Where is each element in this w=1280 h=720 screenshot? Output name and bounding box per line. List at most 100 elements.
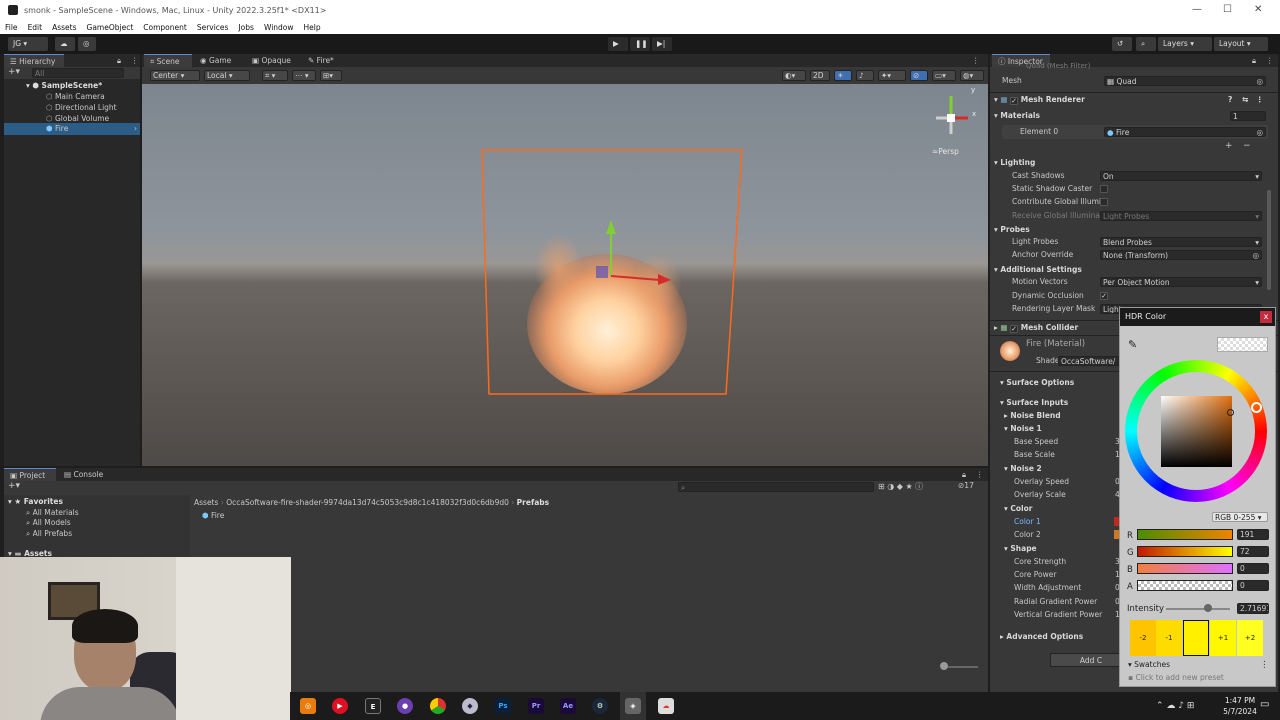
hidden-toggle[interactable]: ⊘ <box>910 70 928 81</box>
noise2-header[interactable]: ▾ Noise 2 <box>1004 462 1042 475</box>
tab-scene[interactable]: ⌗ Scene <box>144 54 192 67</box>
scene-viewport[interactable]: y x ≈Persp <box>142 84 988 466</box>
menu-jobs[interactable]: Jobs <box>233 20 258 32</box>
intensity-swatch-minus2[interactable]: -2 <box>1130 620 1156 656</box>
menu-help[interactable]: Help <box>299 20 326 32</box>
obs-icon[interactable]: ● <box>397 698 413 714</box>
search-icon[interactable]: ⌕ <box>1136 37 1156 51</box>
collab-icon[interactable]: ◎ <box>78 37 96 51</box>
mesh-field[interactable]: ▦ Quad ◎ <box>1104 76 1266 86</box>
more-icon[interactable]: ⋮ <box>1256 93 1264 106</box>
menu-window[interactable]: Window <box>259 20 299 32</box>
hierarchy-item-fire[interactable]: ⬢ Fire › <box>4 123 140 135</box>
youtube-icon[interactable]: ▶ <box>332 698 348 714</box>
tab-project[interactable]: ▣ Project <box>4 468 56 481</box>
notification-icon[interactable]: ▭ <box>1260 699 1269 710</box>
space-dropdown[interactable]: Local ▾ <box>204 70 250 81</box>
mesh-renderer-enabled[interactable]: ✓ <box>1010 97 1019 105</box>
pause-button[interactable]: ❚❚ <box>630 37 650 51</box>
2d-toggle[interactable]: 2D <box>810 70 830 81</box>
gizmos-toggle[interactable]: ◍▾ <box>960 70 984 81</box>
hidden-count[interactable]: ⊘17 <box>958 481 974 490</box>
intensity-swatch-plus1[interactable]: +1 <box>1210 620 1236 656</box>
mesh-collider-enabled[interactable]: ✓ <box>1010 325 1019 333</box>
menu-assets[interactable]: Assets <box>47 20 81 32</box>
materials-count[interactable]: 1 <box>1230 111 1266 121</box>
step-button[interactable]: ▶| <box>652 37 672 51</box>
orientation-gizmo[interactable] <box>926 90 976 150</box>
menu-edit[interactable]: Edit <box>23 20 48 32</box>
mesh-renderer-header[interactable]: ▾ ▦ ✓ Mesh Renderer? ⇆ ⋮ <box>994 93 1266 106</box>
breadcrumb-occa[interactable]: OccaSoftware-fire-shader-9974da13d74c505… <box>226 498 509 507</box>
tab-console[interactable]: ▤ Console <box>58 468 112 481</box>
more-icon[interactable]: ⋮ <box>131 54 139 67</box>
noise1-header[interactable]: ▾ Noise 1 <box>1004 422 1042 435</box>
layers-dropdown[interactable]: Layers ▾ <box>1158 37 1212 51</box>
mesh-filter-header[interactable]: Quad (Mesh Filter) <box>1026 60 1090 72</box>
inspector-scrollbar[interactable] <box>1267 190 1271 290</box>
audio-toggle[interactable]: ♪ <box>856 70 874 81</box>
move-gizmo-y-head[interactable] <box>606 220 616 234</box>
b-slider[interactable] <box>1137 563 1233 574</box>
project-search-input[interactable]: ⌕ <box>678 482 874 492</box>
clock[interactable]: 1:47 PM 5/7/2024 <box>1220 695 1260 717</box>
lock-icon[interactable]: 🔒︎ <box>1252 54 1256 67</box>
maximize-button[interactable]: ☐ <box>1223 4 1232 15</box>
fav-all-prefabs[interactable]: ⌕ All Prefabs <box>26 528 72 540</box>
tab-fire[interactable]: ✎ Fire* <box>302 54 342 67</box>
more-icon[interactable]: ⋮ <box>1260 660 1269 670</box>
shading-mode-button[interactable]: ◐▾ <box>782 70 806 81</box>
more-icon[interactable]: ⋮ <box>976 468 984 481</box>
camera-settings[interactable]: ▭▾ <box>932 70 956 81</box>
sv-square[interactable] <box>1161 396 1232 467</box>
account-button[interactable]: JG ▾ <box>8 37 48 51</box>
close-button[interactable]: ✕ <box>1254 4 1262 15</box>
cast-shadows-dropdown[interactable]: On ▾ <box>1100 171 1262 181</box>
settings-icon[interactable]: ⇆ <box>1242 93 1248 106</box>
grid-toggle-button[interactable]: ⊞▾ <box>320 70 342 81</box>
menu-services[interactable]: Services <box>192 20 234 32</box>
eyedropper-icon[interactable]: ✎ <box>1128 338 1137 351</box>
materials-header[interactable]: ▾ Materials <box>994 109 1040 122</box>
receive-gi-dropdown[interactable]: Light Probes ▾ <box>1100 211 1262 221</box>
color-mode-dropdown[interactable]: RGB 0-255 ▾ <box>1212 512 1268 522</box>
move-gizmo-x[interactable] <box>610 275 661 281</box>
layout-dropdown[interactable]: Layout ▾ <box>1214 37 1268 51</box>
light-probes-dropdown[interactable]: Blend Probes ▾ <box>1100 237 1262 247</box>
add-button[interactable]: +▾ <box>8 481 20 491</box>
zoom-slider-thumb[interactable] <box>940 662 948 670</box>
more-icon[interactable]: ⋮ <box>1266 54 1274 67</box>
menu-file[interactable]: File <box>0 20 23 32</box>
swatches-header[interactable]: ▾ Swatches <box>1128 660 1170 669</box>
ps-icon[interactable]: Ps <box>495 698 511 714</box>
r-slider[interactable] <box>1137 529 1233 540</box>
dynamic-occlusion-checkbox[interactable]: ✓ <box>1100 292 1108 300</box>
filter-icons[interactable]: ⊞ ◑ ◆ ★ ⓘ <box>878 481 923 492</box>
probes-header[interactable]: ▾ Probes <box>994 223 1030 236</box>
noise-blend-header[interactable]: ▸ Noise Blend <box>1004 409 1061 422</box>
b-input[interactable]: 0 <box>1237 563 1269 574</box>
intensity-swatch-current[interactable] <box>1183 620 1209 656</box>
lighting-header[interactable]: ▾ Lighting <box>994 156 1035 169</box>
more-icon[interactable]: ⋮ <box>972 54 980 67</box>
lighting-toggle[interactable]: ☀ <box>834 70 852 81</box>
app-icon[interactable]: ◆ <box>462 698 478 714</box>
remove-material-button[interactable]: − <box>1243 141 1251 151</box>
additional-settings-header[interactable]: ▾ Additional Settings <box>994 263 1082 276</box>
pr-icon[interactable]: Pr <box>528 698 544 714</box>
tray-icons[interactable]: ⌃ ☁ ♪ ⊞ <box>1156 701 1194 711</box>
menu-component[interactable]: Component <box>138 20 192 32</box>
menu-gameobject[interactable]: GameObject <box>82 20 139 32</box>
shader-dropdown[interactable]: OccaSoftware/ <box>1058 356 1122 366</box>
hierarchy-search-input[interactable]: All <box>32 68 124 78</box>
cloud-icon[interactable]: ☁ <box>55 37 75 51</box>
sv-cursor[interactable] <box>1227 409 1234 416</box>
persp-label[interactable]: ≈Persp <box>932 147 959 156</box>
surface-inputs-header[interactable]: ▾ Surface Inputs <box>1000 396 1068 409</box>
discord-icon[interactable]: ☁ <box>658 698 674 714</box>
lock-icon[interactable]: 🔒︎ <box>962 468 966 481</box>
move-gizmo-plane[interactable] <box>596 266 608 278</box>
intensity-swatch-minus1[interactable]: -1 <box>1156 620 1182 656</box>
tab-opaque[interactable]: ▣ Opaque <box>246 54 300 67</box>
intensity-slider-thumb[interactable] <box>1204 604 1212 612</box>
